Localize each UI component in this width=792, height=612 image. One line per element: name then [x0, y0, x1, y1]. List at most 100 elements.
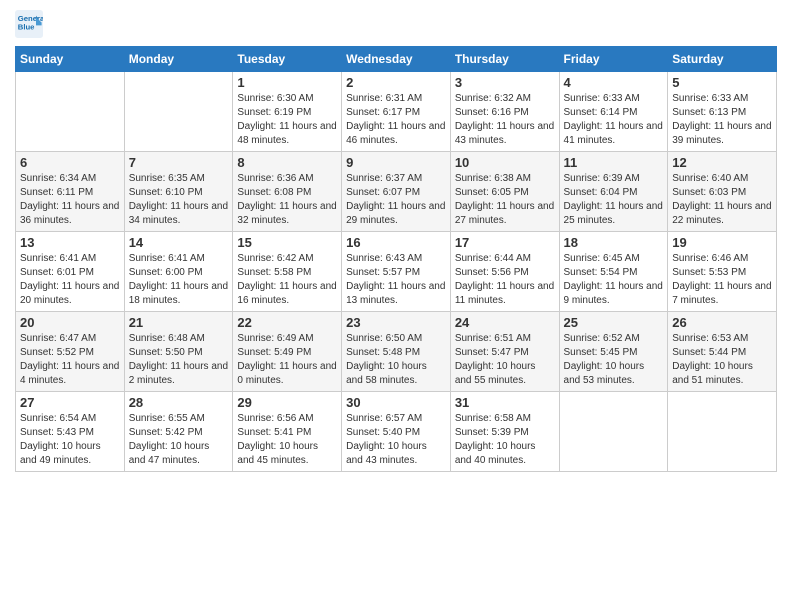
page-container: General Blue SundayMondayTuesdayWednesda… [0, 0, 792, 480]
day-number: 25 [564, 315, 664, 330]
day-number: 7 [129, 155, 229, 170]
weekday-header-monday: Monday [124, 47, 233, 72]
day-number: 14 [129, 235, 229, 250]
calendar-cell: 10Sunrise: 6:38 AM Sunset: 6:05 PM Dayli… [450, 152, 559, 232]
calendar-cell: 15 Sunrise: 6:42 AM Sunset: 5:58 PM Dayli… [233, 232, 342, 312]
calendar-cell: 19 Sunrise: 6:46 AM Sunset: 5:53 PM Dayli… [668, 232, 777, 312]
day-info: Sunrise: 6:45 AM Sunset: 5:54 PM Dayligh… [564, 252, 664, 308]
day-info: Sunrise: 6:50 AM Sunset: 5:48 PM Dayligh… [346, 332, 446, 388]
calendar-cell: 22 Sunrise: 6:49 AM Sunset: 5:49 PM Dayli… [233, 312, 342, 392]
day-info: Sunrise: 6:42 AM Sunset: 5:58 PM Dayligh… [237, 252, 337, 308]
day-info: Sunrise: 6:30 AM Sunset: 6:19 PM Dayligh… [237, 92, 337, 148]
weekday-header-sunday: Sunday [16, 47, 125, 72]
calendar-cell: 31 Sunrise: 6:58 AM Sunset: 5:39 PM Dayli… [450, 392, 559, 472]
weekday-header-saturday: Saturday [668, 47, 777, 72]
day-number: 8 [237, 155, 337, 170]
day-number: 11 [564, 155, 664, 170]
calendar-cell: 21 Sunrise: 6:48 AM Sunset: 5:50 PM Dayli… [124, 312, 233, 392]
calendar-cell: 28Sunrise: 6:55 AM Sunset: 5:42 PM Dayli… [124, 392, 233, 472]
day-number: 3 [455, 75, 555, 90]
day-info: Sunrise: 6:56 AM Sunset: 5:41 PM Dayligh… [237, 412, 337, 468]
calendar-cell: 6 Sunrise: 6:34 AM Sunset: 6:11 PM Daylig… [16, 152, 125, 232]
calendar-week-4: 20 Sunrise: 6:47 AM Sunset: 5:52 PM Dayli… [16, 312, 777, 392]
calendar-cell: 8 Sunrise: 6:36 AM Sunset: 6:08 PM Daylig… [233, 152, 342, 232]
day-number: 9 [346, 155, 446, 170]
day-number: 16 [346, 235, 446, 250]
day-number: 24 [455, 315, 555, 330]
day-number: 17 [455, 235, 555, 250]
calendar-cell: 11 Sunrise: 6:39 AM Sunset: 6:04 PM Dayli… [559, 152, 668, 232]
calendar-week-2: 6 Sunrise: 6:34 AM Sunset: 6:11 PM Daylig… [16, 152, 777, 232]
day-info: Sunrise: 6:40 AM Sunset: 6:03 PM Dayligh… [672, 172, 772, 228]
day-info: Sunrise: 6:33 AM Sunset: 6:14 PM Dayligh… [564, 92, 664, 148]
day-number: 13 [20, 235, 120, 250]
day-number: 30 [346, 395, 446, 410]
calendar-cell: 17 Sunrise: 6:44 AM Sunset: 5:56 PM Dayli… [450, 232, 559, 312]
calendar-cell: 7 Sunrise: 6:35 AM Sunset: 6:10 PM Daylig… [124, 152, 233, 232]
calendar-week-3: 13Sunrise: 6:41 AM Sunset: 6:01 PM Dayli… [16, 232, 777, 312]
day-number: 29 [237, 395, 337, 410]
day-info: Sunrise: 6:44 AM Sunset: 5:56 PM Dayligh… [455, 252, 555, 308]
calendar-cell [16, 72, 125, 152]
day-info: Sunrise: 6:53 AM Sunset: 5:44 PM Dayligh… [672, 332, 772, 388]
day-info: Sunrise: 6:33 AM Sunset: 6:13 PM Dayligh… [672, 92, 772, 148]
day-number: 15 [237, 235, 337, 250]
calendar-cell: 14 Sunrise: 6:41 AM Sunset: 6:00 PM Dayli… [124, 232, 233, 312]
calendar-cell: 5 Sunrise: 6:33 AM Sunset: 6:13 PM Daylig… [668, 72, 777, 152]
day-number: 22 [237, 315, 337, 330]
day-info: Sunrise: 6:36 AM Sunset: 6:08 PM Dayligh… [237, 172, 337, 228]
weekday-header-thursday: Thursday [450, 47, 559, 72]
day-info: Sunrise: 6:39 AM Sunset: 6:04 PM Dayligh… [564, 172, 664, 228]
day-info: Sunrise: 6:58 AM Sunset: 5:39 PM Dayligh… [455, 412, 555, 468]
calendar-cell: 26Sunrise: 6:53 AM Sunset: 5:44 PM Dayli… [668, 312, 777, 392]
calendar-cell: 25 Sunrise: 6:52 AM Sunset: 5:45 PM Dayli… [559, 312, 668, 392]
calendar-cell: 30 Sunrise: 6:57 AM Sunset: 5:40 PM Dayli… [342, 392, 451, 472]
calendar-cell: 29 Sunrise: 6:56 AM Sunset: 5:41 PM Dayli… [233, 392, 342, 472]
day-number: 12 [672, 155, 772, 170]
logo: General Blue [15, 10, 45, 38]
day-info: Sunrise: 6:57 AM Sunset: 5:40 PM Dayligh… [346, 412, 446, 468]
day-number: 21 [129, 315, 229, 330]
day-info: Sunrise: 6:41 AM Sunset: 6:00 PM Dayligh… [129, 252, 229, 308]
calendar-cell [668, 392, 777, 472]
day-info: Sunrise: 6:34 AM Sunset: 6:11 PM Dayligh… [20, 172, 120, 228]
day-info: Sunrise: 6:49 AM Sunset: 5:49 PM Dayligh… [237, 332, 337, 388]
calendar-cell [124, 72, 233, 152]
calendar-cell: 24 Sunrise: 6:51 AM Sunset: 5:47 PM Dayli… [450, 312, 559, 392]
day-info: Sunrise: 6:51 AM Sunset: 5:47 PM Dayligh… [455, 332, 555, 388]
day-number: 10 [455, 155, 555, 170]
day-info: Sunrise: 6:32 AM Sunset: 6:16 PM Dayligh… [455, 92, 555, 148]
calendar-cell: 20 Sunrise: 6:47 AM Sunset: 5:52 PM Dayli… [16, 312, 125, 392]
day-number: 6 [20, 155, 120, 170]
weekday-header-friday: Friday [559, 47, 668, 72]
calendar-cell: 3 Sunrise: 6:32 AM Sunset: 6:16 PM Daylig… [450, 72, 559, 152]
day-info: Sunrise: 6:46 AM Sunset: 5:53 PM Dayligh… [672, 252, 772, 308]
page-header: General Blue [15, 10, 777, 38]
day-number: 4 [564, 75, 664, 90]
day-info: Sunrise: 6:37 AM Sunset: 6:07 PM Dayligh… [346, 172, 446, 228]
calendar-cell: 9 Sunrise: 6:37 AM Sunset: 6:07 PM Daylig… [342, 152, 451, 232]
day-info: Sunrise: 6:47 AM Sunset: 5:52 PM Dayligh… [20, 332, 120, 388]
calendar-cell: 16Sunrise: 6:43 AM Sunset: 5:57 PM Dayli… [342, 232, 451, 312]
calendar-week-1: 1 Sunrise: 6:30 AM Sunset: 6:19 PM Daylig… [16, 72, 777, 152]
day-info: Sunrise: 6:54 AM Sunset: 5:43 PM Dayligh… [20, 412, 120, 468]
day-number: 19 [672, 235, 772, 250]
day-info: Sunrise: 6:48 AM Sunset: 5:50 PM Dayligh… [129, 332, 229, 388]
day-info: Sunrise: 6:35 AM Sunset: 6:10 PM Dayligh… [129, 172, 229, 228]
svg-text:Blue: Blue [18, 23, 35, 32]
weekday-header-wednesday: Wednesday [342, 47, 451, 72]
day-number: 20 [20, 315, 120, 330]
day-number: 1 [237, 75, 337, 90]
day-number: 27 [20, 395, 120, 410]
day-info: Sunrise: 6:52 AM Sunset: 5:45 PM Dayligh… [564, 332, 664, 388]
calendar-cell: 27 Sunrise: 6:54 AM Sunset: 5:43 PM Dayli… [16, 392, 125, 472]
day-info: Sunrise: 6:31 AM Sunset: 6:17 PM Dayligh… [346, 92, 446, 148]
day-number: 5 [672, 75, 772, 90]
calendar-cell: 13Sunrise: 6:41 AM Sunset: 6:01 PM Dayli… [16, 232, 125, 312]
logo-icon: General Blue [15, 10, 43, 38]
day-info: Sunrise: 6:55 AM Sunset: 5:42 PM Dayligh… [129, 412, 229, 468]
calendar-table: SundayMondayTuesdayWednesdayThursdayFrid… [15, 46, 777, 472]
calendar-cell: 1 Sunrise: 6:30 AM Sunset: 6:19 PM Daylig… [233, 72, 342, 152]
day-number: 31 [455, 395, 555, 410]
calendar-cell: 12 Sunrise: 6:40 AM Sunset: 6:03 PM Dayli… [668, 152, 777, 232]
